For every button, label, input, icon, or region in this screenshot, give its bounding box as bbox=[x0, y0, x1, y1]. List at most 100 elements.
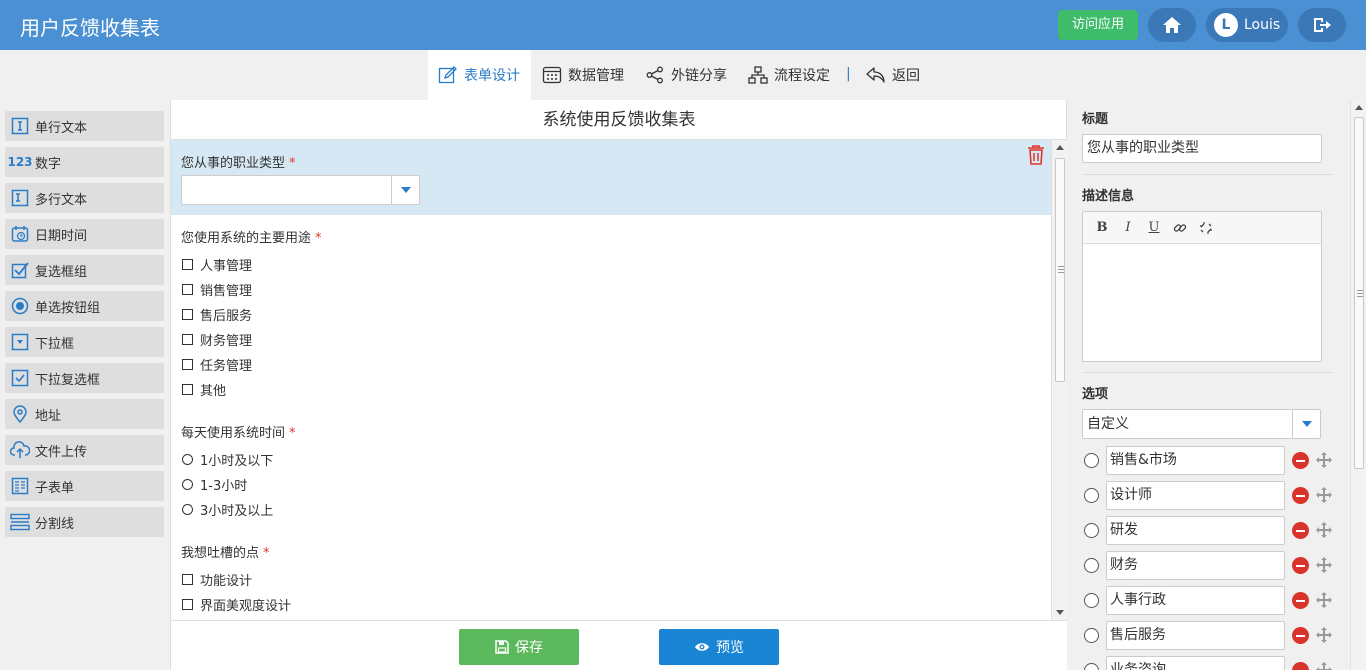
checkbox[interactable] bbox=[182, 384, 193, 395]
component-number[interactable]: 123 数字 bbox=[5, 147, 164, 177]
component-radio-group[interactable]: 单选按钮组 bbox=[5, 291, 164, 321]
move-icon[interactable] bbox=[1315, 451, 1333, 469]
remove-option-button[interactable] bbox=[1292, 662, 1309, 670]
checkbox[interactable] bbox=[182, 309, 193, 320]
save-button[interactable]: 保存 bbox=[459, 629, 579, 665]
option-input[interactable]: 财务 bbox=[1106, 551, 1285, 580]
component-datetime[interactable]: 日期时间 bbox=[5, 219, 164, 249]
tab-share[interactable]: 外链分享 bbox=[645, 50, 727, 100]
component-multi-line-text[interactable]: 多行文本 bbox=[5, 183, 164, 213]
remove-option-button[interactable] bbox=[1292, 592, 1309, 609]
scrollbar-thumb[interactable] bbox=[1055, 158, 1065, 382]
title-input[interactable]: 您从事的职业类型 bbox=[1082, 134, 1322, 163]
checkbox[interactable] bbox=[182, 334, 193, 345]
option-input[interactable]: 售后服务 bbox=[1106, 621, 1285, 650]
checkbox-option[interactable]: 售后服务 bbox=[182, 305, 252, 324]
move-icon[interactable] bbox=[1315, 521, 1333, 539]
form-title[interactable]: 系统使用反馈收集表 bbox=[171, 100, 1067, 140]
multi-line-text-icon bbox=[11, 189, 29, 207]
tab-form-design[interactable]: 表单设计 bbox=[428, 50, 531, 100]
option-input[interactable]: 人事行政 bbox=[1106, 586, 1285, 615]
checkbox-option[interactable]: 销售管理 bbox=[182, 280, 252, 299]
component-dropdown-checkbox[interactable]: 下拉复选框 bbox=[5, 363, 164, 393]
field-complaints[interactable]: 我想吐槽的点 * 功能设计 界面美观度设计 bbox=[171, 530, 1051, 620]
back-button[interactable]: 返回 bbox=[866, 50, 920, 100]
move-icon[interactable] bbox=[1315, 556, 1333, 574]
option-label: 1小时及以下 bbox=[200, 454, 274, 469]
description-editor[interactable]: B I U bbox=[1082, 211, 1322, 362]
scroll-up-arrow[interactable] bbox=[1355, 105, 1363, 110]
field-daily-usage[interactable]: 每天使用系统时间 * 1小时及以下 1-3小时 3小时及以上 bbox=[171, 410, 1051, 530]
remove-option-button[interactable] bbox=[1292, 487, 1309, 504]
option-input[interactable]: 设计师 bbox=[1106, 481, 1285, 510]
scroll-up-arrow[interactable] bbox=[1056, 145, 1064, 150]
remove-option-button[interactable] bbox=[1292, 627, 1309, 644]
checkbox-option[interactable]: 财务管理 bbox=[182, 330, 252, 349]
move-icon[interactable] bbox=[1315, 661, 1333, 670]
properties-scrollbar[interactable] bbox=[1350, 100, 1366, 670]
checkbox-option[interactable]: 界面美观度设计 bbox=[182, 595, 291, 614]
option-default-radio[interactable] bbox=[1084, 523, 1099, 538]
scroll-down-arrow[interactable] bbox=[1056, 610, 1064, 615]
tab-data-manage[interactable]: 数据管理 bbox=[542, 50, 624, 100]
checkbox[interactable] bbox=[182, 574, 193, 585]
tab-workflow[interactable]: 流程设定 bbox=[748, 50, 830, 100]
remove-option-button[interactable] bbox=[1292, 452, 1309, 469]
component-upload[interactable]: 文件上传 bbox=[5, 435, 164, 465]
remove-option-button[interactable] bbox=[1292, 557, 1309, 574]
option-default-radio[interactable] bbox=[1084, 488, 1099, 503]
component-single-line-text[interactable]: 单行文本 bbox=[5, 111, 164, 141]
option-default-radio[interactable] bbox=[1084, 593, 1099, 608]
user-menu-button[interactable]: L Louis bbox=[1206, 8, 1288, 42]
option-default-radio[interactable] bbox=[1084, 558, 1099, 573]
move-icon[interactable] bbox=[1315, 486, 1333, 504]
move-icon[interactable] bbox=[1315, 591, 1333, 609]
component-dropdown[interactable]: 下拉框 bbox=[5, 327, 164, 357]
checkbox[interactable] bbox=[182, 359, 193, 370]
dropdown-toggle[interactable] bbox=[391, 176, 419, 204]
checkbox-option[interactable]: 人事管理 bbox=[182, 255, 252, 274]
remove-option-button[interactable] bbox=[1292, 522, 1309, 539]
bold-button[interactable]: B bbox=[1089, 216, 1115, 240]
preview-button[interactable]: 预览 bbox=[659, 629, 779, 665]
radio-option[interactable]: 1小时及以下 bbox=[182, 450, 273, 469]
dropdown-toggle[interactable] bbox=[1292, 410, 1320, 438]
checkbox[interactable] bbox=[182, 259, 193, 270]
option-input[interactable]: 销售&市场 bbox=[1106, 446, 1285, 475]
radio-option[interactable]: 1-3小时 bbox=[182, 475, 247, 494]
form-scrollbar[interactable] bbox=[1051, 140, 1067, 620]
radio-option[interactable]: 3小时及以上 bbox=[182, 500, 273, 519]
component-address[interactable]: 地址 bbox=[5, 399, 164, 429]
option-default-radio[interactable] bbox=[1084, 453, 1099, 468]
component-divider[interactable]: 分割线 bbox=[5, 507, 164, 537]
home-button[interactable] bbox=[1148, 8, 1196, 42]
radio[interactable] bbox=[182, 504, 193, 515]
checkbox-option[interactable]: 其他 bbox=[182, 380, 226, 399]
component-checkbox-group[interactable]: 复选框组 bbox=[5, 255, 164, 285]
checkbox-option[interactable]: 任务管理 bbox=[182, 355, 252, 374]
logout-button[interactable] bbox=[1298, 8, 1346, 42]
option-default-radio[interactable] bbox=[1084, 663, 1099, 670]
checkbox[interactable] bbox=[182, 284, 193, 295]
checkbox-option[interactable]: 功能设计 bbox=[182, 570, 252, 589]
field-occupation[interactable]: 您从事的职业类型 * bbox=[171, 140, 1051, 215]
delete-field-button[interactable] bbox=[1026, 144, 1046, 170]
component-subform[interactable]: 子表单 bbox=[5, 471, 164, 501]
option-input[interactable]: 业务咨询 bbox=[1106, 656, 1285, 670]
italic-button[interactable]: I bbox=[1115, 216, 1141, 240]
option-default-radio[interactable] bbox=[1084, 628, 1099, 643]
radio[interactable] bbox=[182, 454, 193, 465]
options-source-select[interactable]: 自定义 bbox=[1082, 409, 1321, 439]
occupation-dropdown[interactable] bbox=[181, 175, 420, 205]
link-button[interactable] bbox=[1167, 216, 1193, 240]
option-input[interactable]: 研发 bbox=[1106, 516, 1285, 545]
checkbox[interactable] bbox=[182, 599, 193, 610]
scrollbar-thumb[interactable] bbox=[1354, 117, 1364, 469]
radio[interactable] bbox=[182, 479, 193, 490]
field-usage-purpose[interactable]: 您使用系统的主要用途 * 人事管理 销售管理 售后服务 财务管理 任务管理 其他 bbox=[171, 215, 1051, 410]
avatar: L bbox=[1214, 13, 1238, 37]
underline-button[interactable]: U bbox=[1141, 216, 1167, 240]
visit-app-button[interactable]: 访问应用 bbox=[1058, 10, 1138, 40]
move-icon[interactable] bbox=[1315, 626, 1333, 644]
unlink-button[interactable] bbox=[1193, 216, 1219, 240]
